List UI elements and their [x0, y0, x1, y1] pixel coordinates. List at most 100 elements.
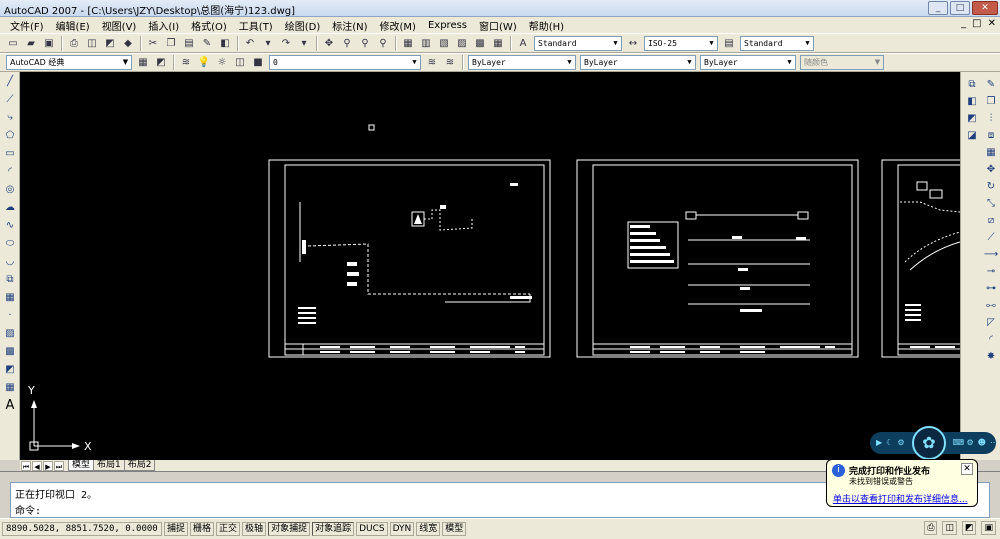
zoom-window-icon[interactable]: ⚲	[357, 35, 373, 51]
menu-insert[interactable]: 插入(I)	[142, 18, 185, 33]
layer-color-icon[interactable]: ■	[250, 55, 266, 71]
polyline-icon[interactable]: ⤷	[2, 110, 18, 126]
construction-line-icon[interactable]: ⟋	[2, 92, 18, 108]
break-icon[interactable]: ⊶	[983, 281, 999, 297]
settings-icon[interactable]: ⚙	[967, 438, 974, 448]
line-icon[interactable]: ╱	[2, 74, 18, 90]
design-center-icon[interactable]: ▥	[418, 35, 434, 51]
next-tab-icon[interactable]: ▶	[43, 460, 53, 471]
paste-icon[interactable]: ▤	[181, 35, 197, 51]
ortho-button[interactable]: 正交	[216, 522, 241, 536]
sheet-set-icon[interactable]: ▨	[454, 35, 470, 51]
break-at-point-icon[interactable]: ⊸	[983, 264, 999, 280]
menu-window[interactable]: 窗口(W)	[473, 18, 523, 33]
circle-icon[interactable]: ◎	[2, 182, 18, 198]
light-bulb-icon[interactable]: 💡	[196, 55, 212, 71]
offset-icon[interactable]: ⧈	[983, 128, 999, 144]
3d-dwf-icon[interactable]: ◆	[120, 35, 136, 51]
menu-help[interactable]: 帮助(H)	[523, 18, 570, 33]
plot-complete-notification[interactable]: i 完成打印和作业发布 未找到错误或警告 单击以查看打印和发布详细信息... ✕	[826, 459, 978, 507]
table-style-select[interactable]: Standard ▼	[740, 35, 814, 51]
new-icon[interactable]: ▭	[5, 35, 21, 51]
make-block-icon[interactable]: ▦	[2, 290, 18, 306]
osnap-button[interactable]: 对象捕捉	[268, 522, 311, 536]
lock-icon[interactable]: ◫	[232, 55, 248, 71]
first-tab-icon[interactable]: ⏮	[21, 460, 31, 471]
grid-button[interactable]: 栅格	[190, 522, 215, 536]
menu-express[interactable]: Express	[422, 20, 473, 31]
redo-dropdown-icon[interactable]: ▾	[296, 35, 312, 51]
tab-layout2[interactable]: 布局2	[123, 460, 156, 471]
ellipse-arc-icon[interactable]: ◡	[2, 254, 18, 270]
open-icon[interactable]: ▰	[23, 35, 39, 51]
clean-screen-icon[interactable]: ▣	[981, 521, 996, 535]
gear-icon[interactable]: ⚙	[897, 438, 904, 448]
zoom-realtime-icon[interactable]: ⚲	[339, 35, 355, 51]
multiline-text-icon[interactable]: A	[2, 398, 18, 414]
mirror-icon[interactable]: ⫶	[983, 111, 999, 127]
menu-modify[interactable]: 修改(M)	[374, 18, 422, 33]
close-button[interactable]: ✕	[972, 1, 998, 15]
menu-tools[interactable]: 工具(T)	[233, 18, 279, 33]
stretch-icon[interactable]: ⧄	[983, 213, 999, 229]
workspace-save-icon[interactable]: ◩	[153, 55, 169, 71]
tab-model[interactable]: 模型	[68, 460, 95, 471]
fillet-icon[interactable]: ◜	[983, 332, 999, 348]
workspace-settings-icon[interactable]: ▦	[135, 55, 151, 71]
gradient-icon[interactable]: ▩	[2, 344, 18, 360]
user-icon[interactable]: ☻	[978, 438, 986, 448]
paw-icon[interactable]: ✿	[912, 426, 946, 460]
menu-edit[interactable]: 编辑(E)	[50, 18, 96, 33]
coordinates-readout[interactable]: 8890.5028, 8851.7520, 0.0000	[2, 522, 162, 536]
erase-icon[interactable]: ✎	[983, 77, 999, 93]
close-icon[interactable]: ✕	[961, 463, 973, 475]
menu-draw[interactable]: 绘图(D)	[279, 18, 327, 33]
maximize-button[interactable]: □	[950, 1, 970, 15]
plot-icon[interactable]: ⎙	[66, 35, 82, 51]
play-icon[interactable]: ▶	[876, 438, 882, 448]
pan-icon[interactable]: ✥	[321, 35, 337, 51]
copy-icon[interactable]: ❐	[163, 35, 179, 51]
undo-icon[interactable]: ↶	[242, 35, 258, 51]
otrack-button[interactable]: 对象追踪	[312, 522, 355, 536]
redo-icon[interactable]: ↷	[278, 35, 294, 51]
polar-button[interactable]: 极轴	[242, 522, 267, 536]
zoom-previous-icon[interactable]: ⚲	[375, 35, 391, 51]
chamfer-icon[interactable]: ◸	[983, 315, 999, 331]
region-icon[interactable]: ◩	[2, 362, 18, 378]
layer-manager-icon[interactable]: ≋	[178, 55, 194, 71]
doc-restore-button[interactable]: □	[972, 18, 981, 29]
drawing-canvas[interactable]: Y X	[20, 72, 960, 460]
doc-close-button[interactable]: ✕	[988, 18, 996, 29]
comm-center-icon[interactable]: ◩	[961, 521, 977, 535]
copy-objects-icon[interactable]: ⧉	[964, 77, 980, 93]
menu-view[interactable]: 视图(V)	[96, 18, 143, 33]
rotate-icon[interactable]: ↻	[983, 179, 999, 195]
draw-order-icon[interactable]: ◩	[964, 111, 980, 127]
cut-icon[interactable]: ✂	[145, 35, 161, 51]
explode-icon[interactable]: ✸	[983, 349, 999, 365]
lineweight-select[interactable]: ByLayer ▼	[700, 55, 796, 70]
snap-button[interactable]: 捕捉	[164, 522, 189, 536]
arc-icon[interactable]: ◜	[2, 164, 18, 180]
moon-icon[interactable]: ☾	[886, 438, 893, 448]
drawing-sheet-2[interactable]	[576, 159, 859, 358]
dim-style-icon[interactable]: ↔	[625, 35, 641, 51]
more-icon[interactable]: ⋯	[990, 438, 998, 448]
plot-status-icon[interactable]: ⎙	[924, 521, 938, 535]
rectangle-icon[interactable]: ▭	[2, 146, 18, 162]
notification-details-link[interactable]: 单击以查看打印和发布详细信息...	[833, 492, 968, 505]
insert-block-icon[interactable]: ⧉	[2, 272, 18, 288]
spline-icon[interactable]: ∿	[2, 218, 18, 234]
bring-to-front-icon[interactable]: ◪	[964, 128, 980, 144]
ellipse-icon[interactable]: ⬭	[2, 236, 18, 252]
menu-format[interactable]: 格式(O)	[185, 18, 233, 33]
sun-icon[interactable]: ☼	[214, 55, 230, 71]
lock-icon[interactable]: ◫	[942, 521, 957, 535]
scale-icon[interactable]: ⤡	[983, 196, 999, 212]
last-tab-icon[interactable]: ⏭	[54, 460, 64, 471]
match-properties-icon[interactable]: ✎	[199, 35, 215, 51]
undo-dropdown-icon[interactable]: ▾	[260, 35, 276, 51]
layer-select[interactable]: 0 ▼	[269, 55, 421, 70]
layers-icon[interactable]: ◧	[964, 94, 980, 110]
